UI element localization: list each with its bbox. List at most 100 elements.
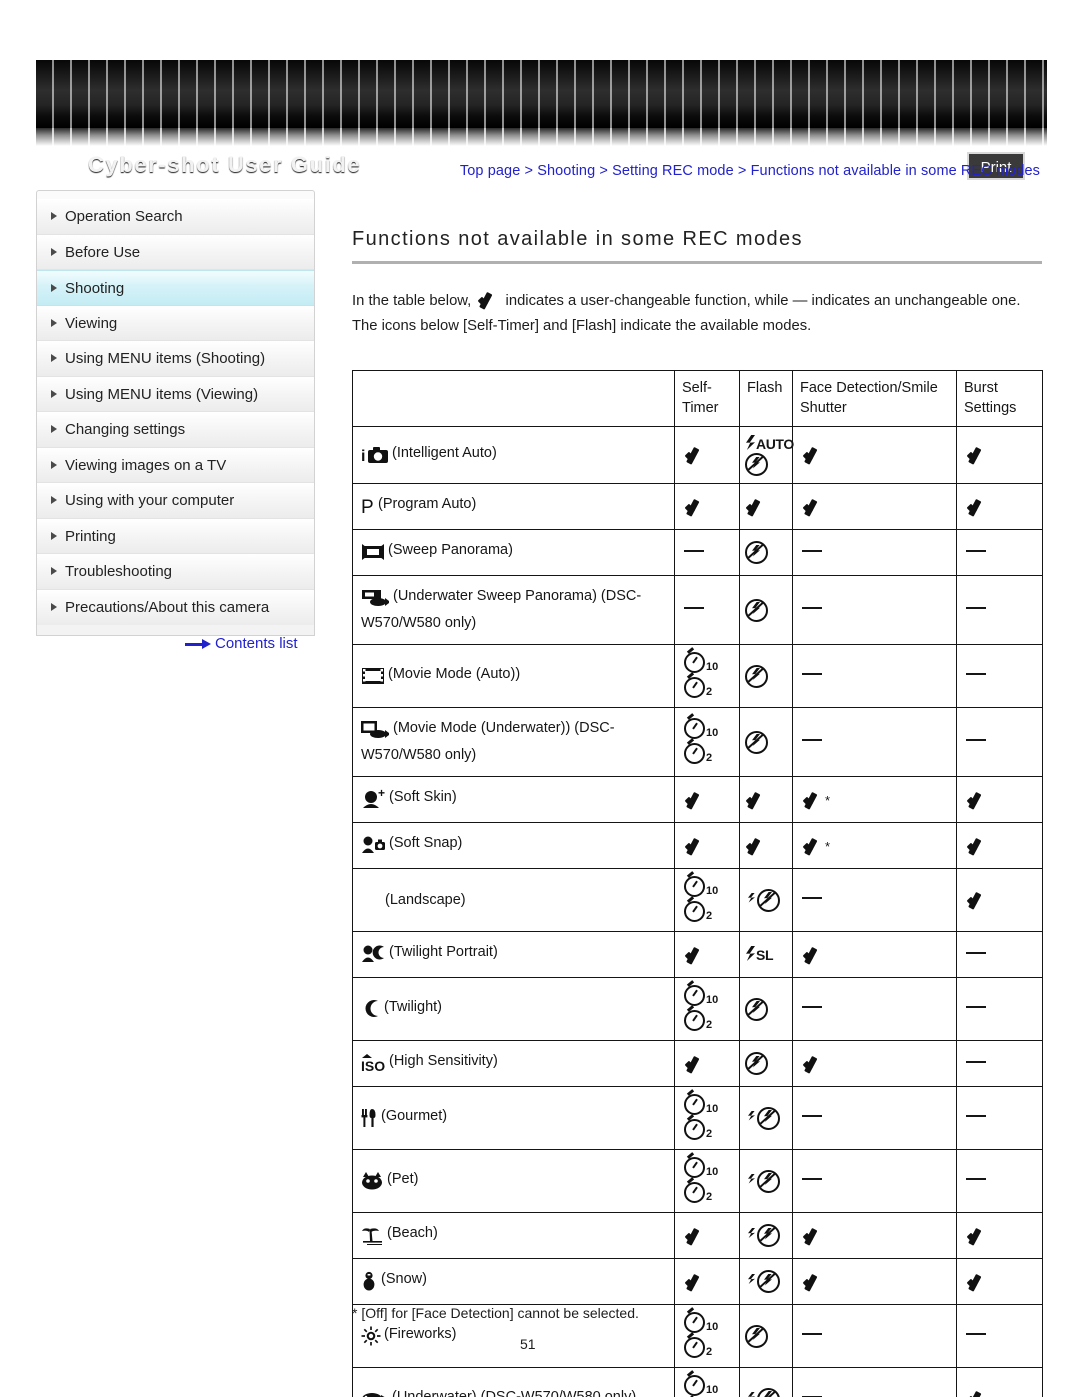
sidebar-item-changing-settings[interactable]: Changing settings [37,412,314,448]
burst-cell [956,931,1043,978]
self-timer-cell: 102 [674,644,740,708]
self-timer-cell [674,575,740,645]
checkmark-icon [802,943,824,963]
sidebar-item-operation-search[interactable]: Operation Search [37,199,314,235]
face-detection-cell [792,1149,957,1213]
sidebar-item-label: Viewing images on a TV [65,456,227,474]
self-timer-cell: 102 [674,1304,740,1368]
table-row: + (Soft Skin) * [352,776,1043,823]
gourmet-icon [361,1108,378,1132]
mode-label: (Soft Snap) [389,835,463,851]
sidebar-item-label: Using MENU items (Viewing) [65,385,259,403]
checkmark-icon [966,888,988,908]
mode-cell: (Underwater Sweep Panorama) (DSC-W570/W5… [352,575,675,645]
dash-icon [802,549,822,552]
footnote: * [Off] for [Face Detection] cannot be s… [352,1305,639,1321]
face-detection-cell [792,529,957,576]
table-row: (Sweep Panorama) [352,529,1043,576]
sidebar-item-printing[interactable]: Printing [37,518,314,554]
dash-icon [802,1333,822,1335]
flash-cell [739,977,793,1041]
face-detection-cell [792,1258,957,1305]
high-sensitivity-icon: ISO [361,1053,386,1077]
mode-label: (Beach) [387,1225,438,1241]
face-detection-cell [792,483,957,530]
burst-cell [956,644,1043,708]
sidebar-item-viewing[interactable]: Viewing [37,305,314,341]
table-header-face-detection: Face Detection/Smile Shutter [792,370,957,427]
self-timer-2s-icon: 2 [684,1182,730,1205]
sidebar-item-label: Printing [65,527,116,545]
sidebar-item-label: Using MENU items (Shooting) [65,350,266,367]
burst-cell [956,868,1043,932]
checkmark-icon [745,495,767,515]
mode-cell: (Twilight Portrait) [352,931,675,978]
table-row: i (Intelligent Auto) AUTO [352,426,1043,484]
face-detection-cell [792,707,957,777]
dash-icon [966,1060,986,1063]
flash-off-icon [745,730,768,754]
movie-mode-underwater-icon [361,720,390,744]
table-row: (Twilight Portrait) SL [352,931,1043,978]
sidebar-item-label: Viewing [65,314,118,332]
beach-icon [361,1225,384,1249]
face-detection-cell: * [792,822,957,869]
checkmark-icon [802,1270,824,1290]
sidebar-item-precautions-about-this-camera[interactable]: Precautions/About this camera [37,589,314,625]
asterisk-marker: * [825,838,831,854]
mode-label: (Program Auto) [378,496,477,512]
flash-on-off-icon [745,888,780,912]
mode-cell: i (Intelligent Auto) [352,426,675,484]
mode-cell: (Soft Snap) [352,822,675,869]
mode-label: (Intelligent Auto) [392,444,497,461]
sidebar-item-using-menu-items-shooting[interactable]: Using MENU items (Shooting) [37,341,314,377]
sidebar-item-troubleshooting[interactable]: Troubleshooting [37,554,314,590]
flash-cell: SL [739,931,793,978]
table-row: ISO (High Sensitivity) [352,1040,1043,1087]
table-header-row: Self-Timer Flash Face Detection/Smile Sh… [352,370,1043,427]
table-row: (Underwater Sweep Panorama) (DSC-W570/W5… [352,575,1043,645]
dash-icon [684,607,704,609]
checkmark-icon [802,788,824,808]
flash-slow-sync-icon: SL [745,948,773,964]
breadcrumb[interactable]: Top page > Shooting > Setting REC mode >… [460,163,1040,179]
face-detection-cell [792,575,957,645]
sidebar-item-label: Operation Search [65,208,183,225]
mode-label: (Underwater) (DSC-W570/W580 only) [392,1388,637,1397]
sidebar-item-using-with-your-computer[interactable]: Using with your computer [37,483,314,519]
burst-cell [956,1149,1043,1213]
page-title: Functions not available in some REC mode… [352,228,1042,264]
checkmark-icon [802,834,824,854]
sidebar-item-label: Using with your computer [65,492,235,509]
flash-cell [739,529,793,576]
self-timer-cell: 102 [674,1367,740,1397]
face-detection-cell [792,1367,957,1397]
flash-auto-icon: AUTO [745,437,794,453]
sidebar-item-before-use[interactable]: Before Use [37,234,314,270]
sidebar-item-shooting[interactable]: Shooting [37,270,314,306]
svg-text:+: + [378,789,385,800]
checkmark-icon [802,443,824,463]
dash-icon [966,951,986,954]
checkmark-icon [684,495,706,515]
face-detection-cell [792,868,957,932]
movie-mode-auto-icon [361,666,385,690]
sidebar-item-label: Shooting [65,280,125,297]
sidebar-item-using-menu-items-viewing[interactable]: Using MENU items (Viewing) [37,376,314,412]
table-row: (Movie Mode (Underwater)) (DSC-W570/W580… [352,707,1043,777]
mode-label: (Twilight) [384,998,443,1015]
mode-cell: (Twilight) [352,977,675,1041]
arrow-right-icon [185,639,211,649]
table-header-flash: Flash [739,370,793,427]
contents-list-link[interactable]: Contents list [185,635,298,652]
face-detection-cell [792,644,957,708]
face-detection-cell [792,977,957,1041]
triangle-right-icon [51,354,57,363]
dash-icon [966,1115,986,1117]
flash-cell [739,1304,793,1368]
triangle-right-icon [51,567,57,576]
intro-text-before: In the table below, [352,293,472,309]
face-detection-cell [792,1086,957,1150]
sidebar-item-viewing-images-on-a-tv[interactable]: Viewing images on a TV [37,447,314,483]
checkmark-icon [802,495,824,515]
